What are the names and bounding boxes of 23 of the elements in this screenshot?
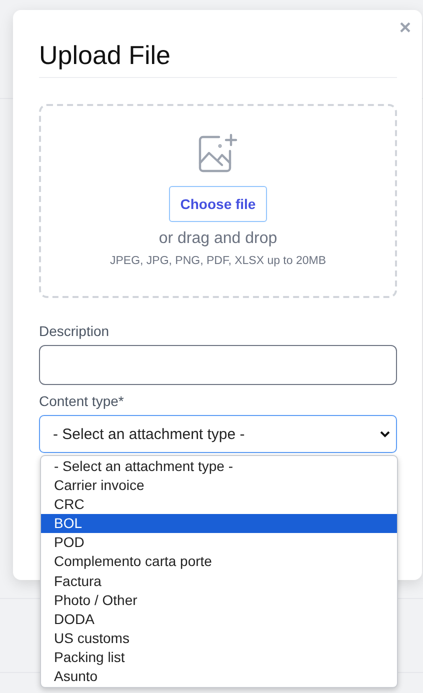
dropdown-option[interactable]: BOL bbox=[41, 514, 397, 534]
dropdown-option[interactable]: POD bbox=[41, 533, 397, 552]
file-formats-note: JPEG, JPG, PNG, PDF, XLSX up to 20MB bbox=[110, 255, 326, 267]
dropdown-option[interactable]: Carrier invoice bbox=[41, 476, 397, 496]
description-field[interactable] bbox=[39, 345, 397, 385]
dropdown-option[interactable]: Factura bbox=[41, 572, 397, 591]
field-label: Description bbox=[39, 323, 110, 339]
add-image-icon bbox=[197, 132, 239, 174]
dropdown-option[interactable]: Asunto bbox=[41, 667, 397, 686]
drag-drop-hint: or drag and drop bbox=[158, 230, 278, 248]
choose-file-button[interactable]: Choose file bbox=[169, 186, 267, 222]
drop-zone[interactable]: Choose file or drag and drop JPEG, JPG, PNG, PDF, XLSX up to 20MB bbox=[39, 104, 397, 298]
dropdown-option[interactable]: Photo / Other bbox=[41, 590, 397, 610]
dropdown-option[interactable]: DODA bbox=[41, 610, 397, 629]
field-label: Content type* bbox=[39, 393, 125, 409]
dropdown-option[interactable]: US customs bbox=[41, 628, 397, 648]
dropdown-option[interactable]: Complemento carta porte bbox=[41, 552, 397, 572]
dialog-title: Upload File bbox=[39, 10, 397, 78]
chevron-down-icon bbox=[380, 430, 390, 438]
dropdown-option[interactable]: - Select an attachment type - bbox=[41, 457, 397, 476]
content-type-select[interactable]: - Select an attachment type - bbox=[39, 415, 397, 453]
dropdown-option[interactable]: Packing list bbox=[41, 648, 397, 668]
dropdown-option[interactable]: CRC bbox=[41, 495, 397, 514]
